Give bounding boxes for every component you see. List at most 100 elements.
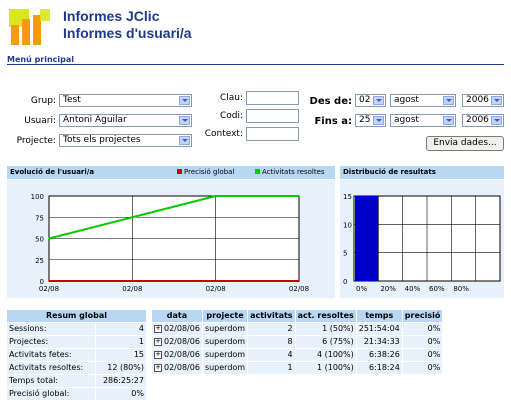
series-point [214,280,217,282]
session-temps: 6:38:26 [356,349,402,361]
expand-icon[interactable]: + [154,350,162,359]
chevron-down-icon [443,96,454,105]
key-input[interactable] [246,91,299,105]
session-resoltes: 4 (100%) [295,349,356,361]
sessions-column-header: temps [356,310,402,322]
summary-value: 12 (80%) [95,362,146,374]
chevron-down-icon [373,116,384,125]
session-activitats: 2 [248,323,295,335]
code-input[interactable] [246,109,299,123]
summary-value: 1 [95,336,146,348]
legend-precision: Precisió global [177,166,234,178]
jclic-logo [7,7,52,47]
evolution-panel-title: Evolució de l'usuari/a [10,168,95,176]
series-point [48,280,50,282]
from-month-select[interactable]: agost [390,94,456,107]
code-label: Codi: [219,111,243,121]
x-tick-label: 02/08 [39,285,59,293]
to-year-select[interactable]: 2006 [462,114,504,127]
x-tick-label: 60% [429,285,445,293]
session-precisio: 0% [402,362,443,374]
session-date: 02/08/06 [164,337,200,346]
context-input[interactable] [246,127,299,141]
session-projecte: superdom [202,336,248,348]
session-row: +02/08/06 superdom 4 4 (100%) 6:38:26 0% [152,349,443,361]
key-label: Clau: [219,93,243,103]
chevron-down-icon [491,96,502,105]
session-precisio: 0% [402,323,443,335]
expand-icon[interactable]: + [154,363,162,372]
main-menu-link[interactable]: Menú principal [7,55,74,64]
chevron-down-icon [491,116,502,125]
y-tick-label: 100 [31,193,44,201]
evolution-chart: 100755025002/08 02/08 02/08 02/08 [31,193,309,293]
chevron-down-icon [179,136,190,145]
session-activitats: 1 [248,362,295,374]
sessions-column-header: act. resoltes [295,310,356,322]
session-temps: 21:34:33 [356,336,402,348]
distribution-panel-header: Distribució de resultats [340,166,504,179]
to-date-label: Fins a: [314,116,352,127]
session-resoltes: 6 (75%) [295,336,356,348]
distribution-chart: 15 10 5 0 0% 20% 40% 60% 80% [343,193,501,293]
x-tick-label: 02/08 [122,285,142,293]
session-date-cell: +02/08/06 [152,362,202,374]
group-select-value: Test [63,95,81,105]
y-tick-label: 15 [343,193,352,201]
app-title: Informes JClic [63,8,160,24]
y-tick-label: 5 [343,250,347,258]
session-date: 02/08/06 [164,363,200,372]
chevron-down-icon [373,96,384,105]
series-point [298,195,300,197]
summary-row: Temps total: 286:25:27 [7,375,146,387]
session-activitats: 8 [248,336,295,348]
y-tick-label: 0 [343,278,347,286]
from-month-value: agost [394,95,419,105]
session-date-cell: +02/08/06 [152,349,202,361]
to-month-value: agost [394,115,419,125]
summary-header: Resum global [7,310,146,322]
sessions-column-header: activitats [248,310,295,322]
x-tick-label: 80% [453,285,469,293]
y-tick-label: 10 [343,221,352,229]
header-divider [7,64,504,65]
summary-label: Activitats fetes: [7,349,95,361]
summary-label: Precisió global: [7,388,95,400]
legend-activities-swatch [255,169,260,174]
legend-activities-label: Activitats resoltes [262,168,325,176]
session-precisio: 0% [402,336,443,348]
session-row: +02/08/06 superdom 2 1 (50%) 251:54:04 0% [152,323,443,335]
session-row: +02/08/06 superdom 8 6 (75%) 21:34:33 0% [152,336,443,348]
session-date: 02/08/06 [164,350,200,359]
project-label: Projecte: [16,136,56,146]
summary-table: Resum global Sessions: 4 Projectes: 1 Activi… [6,309,147,401]
submit-button[interactable]: Envia dades... [426,136,504,151]
summary-value: 15 [95,349,146,361]
user-select[interactable]: Antoni Aguilar [59,114,192,127]
to-year-value: 2006 [466,115,489,125]
series-point [48,237,50,240]
from-year-select[interactable]: 2006 [462,94,504,107]
sessions-column-header: data [152,310,202,322]
series-point [131,280,134,282]
expand-icon[interactable]: + [154,324,162,333]
y-tick-label: 25 [35,257,44,265]
summary-row: Projectes: 1 [7,336,146,348]
legend-activities: Activitats resoltes [255,166,325,178]
summary-label: Temps total: [7,375,95,387]
distribution-panel-title: Distribució de resultats [343,168,436,176]
x-tick-label: 02/08 [206,285,226,293]
to-month-select[interactable]: agost [390,114,456,127]
sessions-table: data projecte activitats act. resoltes temps… [151,309,443,375]
session-precisio: 0% [402,349,443,361]
to-day-select[interactable]: 25 [355,114,386,127]
from-year-value: 2006 [466,95,489,105]
expand-icon[interactable]: + [154,337,162,346]
session-temps: 251:54:04 [356,323,402,335]
group-select[interactable]: Test [59,94,192,107]
summary-row: Precisió global: 0% [7,388,146,400]
summary-value: 286:25:27 [95,375,146,387]
from-day-select[interactable]: 02 [355,94,386,107]
user-label: Usuari: [24,116,56,126]
project-select[interactable]: Tots els projectes [59,134,192,147]
